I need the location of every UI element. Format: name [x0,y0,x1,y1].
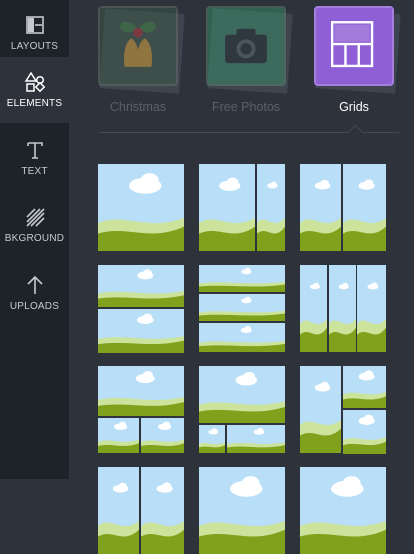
layouts-icon [25,16,44,34]
sidebar-item-label: LAYOUTS [10,41,59,52]
sidebar-item-text[interactable]: TEXT [0,125,69,191]
grid-thumbnail[interactable] [98,366,184,453]
grid-cell-photo [199,294,285,321]
category-label: Christmas [109,100,167,114]
grid-cell-photo [98,265,184,307]
sidebar-item-uploads[interactable]: UPLOADS [0,260,69,326]
sidebar-item-bkground[interactable]: BKGROUND [0,192,69,258]
grid-thumbnail[interactable] [98,467,184,554]
grid-cell-photo [343,410,386,454]
christmas-bells-icon [120,21,156,67]
grid-cell-photo [343,366,386,408]
text-icon [26,142,43,159]
shapes-icon [24,71,45,93]
grid-cell-photo [199,467,285,554]
background-hatch-icon [25,208,45,227]
grid-thumbnail[interactable] [300,265,386,352]
grid-cell-photo [199,425,225,453]
grid-cell-photo [357,265,386,352]
grid-thumbnail[interactable] [199,265,285,352]
grid-cell-photo [199,366,285,423]
grid-thumbnail[interactable] [199,164,285,251]
grid-cell-photo [227,425,285,453]
grid-cell-photo [199,265,285,292]
category-label: Grids [339,100,369,114]
upload-arrow-icon [26,275,43,294]
grid-cell-photo [199,323,285,352]
grid-cell-photo [141,467,184,554]
grid-cell-photo [257,164,285,251]
grid-thumbnail[interactable] [199,467,285,554]
grid-cell-photo [98,418,139,453]
category-label: Free Photos [211,100,281,114]
grid-cell-photo [300,265,327,352]
category-grids[interactable]: Grids [314,6,401,114]
grid-cell-photo [300,366,341,453]
category-free-photos[interactable]: Free Photos [206,6,293,114]
active-category-pointer [347,124,364,141]
elements-panel: Christmas Free Photos Grids [69,0,414,554]
sidebar-item-label: ELEMENTS [6,98,63,109]
camera-icon [225,28,267,64]
grid-cell-photo [300,164,341,251]
grid-thumbnail[interactable] [300,467,386,554]
sidebar-item-label: TEXT [21,166,48,177]
grid-cell-photo [300,467,386,554]
grid-cell-photo [98,309,184,353]
grid-thumbnail[interactable] [300,366,386,454]
sidebar-item-elements[interactable]: ELEMENTS [0,57,69,123]
grid-thumbnail[interactable] [98,265,184,353]
grid-cell-photo [329,265,356,352]
grid-cell-photo [199,164,255,251]
sidebar-item-label: UPLOADS [9,301,60,312]
sidebar: LAYOUTS ELEMENTS TEXT BKGROUND UPLOADS [0,0,69,479]
grid-cell-photo [98,467,139,554]
grid-cell-photo [141,418,184,453]
grid-thumbnail[interactable] [300,164,386,251]
grid-thumbnail[interactable] [98,164,184,251]
grid-layout-icon [330,21,374,68]
grid-cell-photo [98,164,184,251]
sidebar-item-label: BKGROUND [4,233,65,244]
grid-cell-photo [98,366,184,416]
category-christmas[interactable]: Christmas [98,6,185,114]
grid-thumbnail[interactable] [199,366,285,453]
grid-cell-photo [343,164,386,251]
